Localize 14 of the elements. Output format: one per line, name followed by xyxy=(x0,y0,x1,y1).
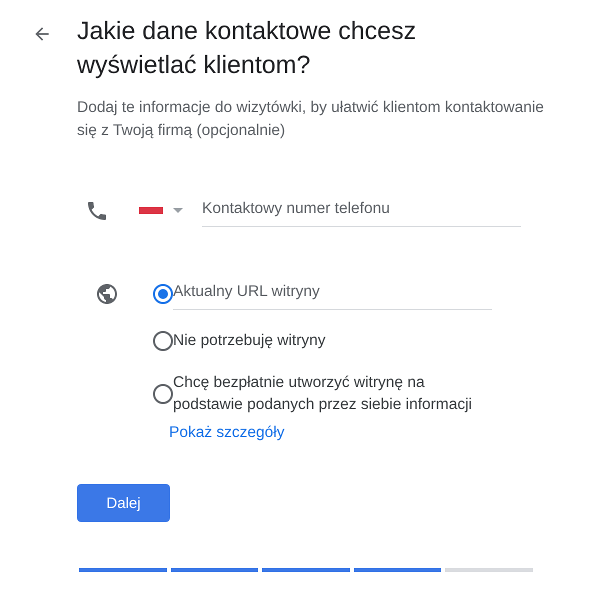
next-button[interactable]: Dalej xyxy=(77,484,170,522)
page-subtitle: Dodaj te informacje do wizytówki, by ułatwić klientom kontaktowanie się z Twoją firmą (opcjonalnie) xyxy=(77,98,545,141)
option-label: Nie potrzebuję witryny xyxy=(173,331,326,351)
option-label: Chcę bezpłatnie utworzyć witrynę na podstawie podanych przez siebie informacji xyxy=(173,373,473,415)
radio-button[interactable] xyxy=(153,331,173,351)
page-title: Jakie dane kontaktowe chcesz wyświetlać klientom? xyxy=(77,16,418,81)
globe-icon xyxy=(95,282,119,306)
radio-button[interactable] xyxy=(153,384,173,404)
phone-input-field[interactable]: Kontaktowy numer telefonu xyxy=(202,194,521,227)
dropdown-caret-icon xyxy=(173,208,183,213)
details-link[interactable]: Pokaż szczegóły xyxy=(169,424,284,442)
radio-button[interactable] xyxy=(153,284,173,304)
flag-icon xyxy=(139,207,163,214)
website-url-input-field[interactable]: Aktualny URL witryny xyxy=(173,277,492,310)
